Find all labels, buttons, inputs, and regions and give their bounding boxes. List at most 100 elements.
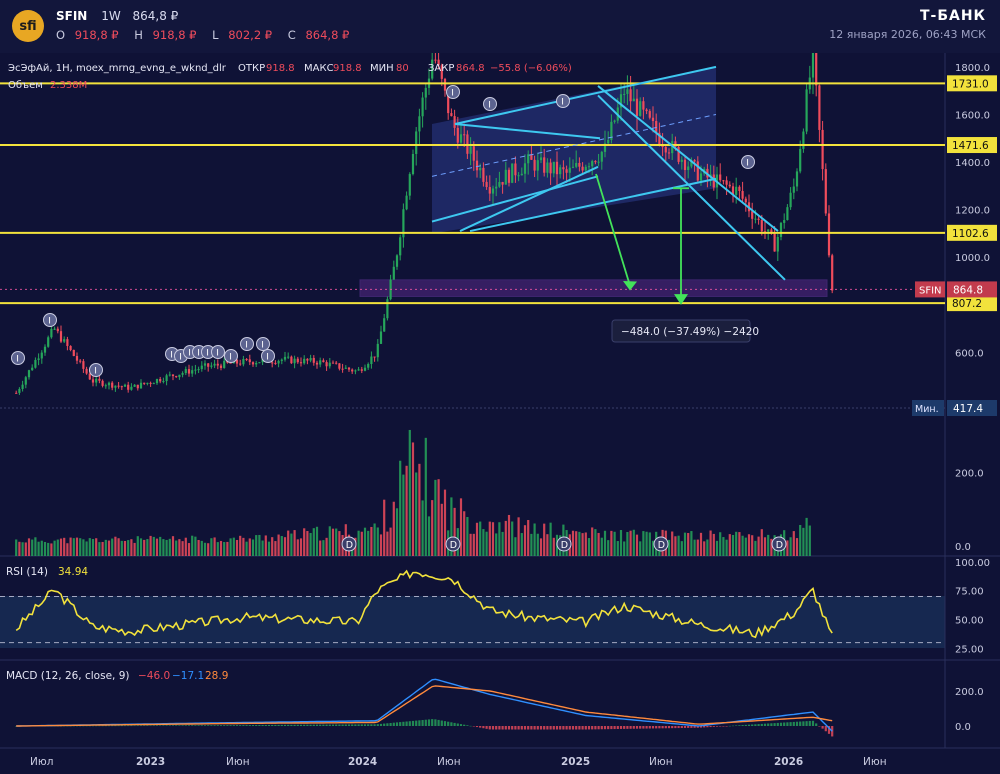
candle-body (443, 78, 447, 91)
volume-bar (331, 528, 335, 556)
event-marker-i-label: I (94, 367, 97, 377)
volume-bar (757, 536, 760, 556)
macd-histogram-bar (274, 724, 277, 726)
candle-body (155, 379, 159, 384)
candle-body (248, 359, 251, 363)
macd-histogram-bar (568, 726, 571, 730)
candle-body (395, 255, 399, 267)
candle-body (210, 365, 213, 367)
rsi-band-fill (0, 596, 945, 648)
candle-body (776, 236, 779, 252)
macd-histogram-bar (421, 720, 424, 726)
macd-histogram-bar (690, 726, 693, 728)
volume-bar (703, 541, 706, 556)
volume-bar (251, 539, 255, 556)
macd-histogram-bar (815, 723, 818, 726)
volume-bar (463, 511, 466, 556)
candle-body (322, 360, 325, 363)
candle-body (751, 211, 754, 219)
macd-histogram-bar (757, 724, 760, 726)
price-tick-label: 1000.0 (955, 253, 990, 264)
macd-histogram-bar (175, 725, 178, 726)
macd-histogram-bar (629, 726, 632, 729)
candle-body (373, 356, 376, 358)
candle-body (827, 213, 831, 256)
legend-low: 80 (396, 63, 409, 74)
macd-histogram-bar (616, 726, 619, 730)
event-marker-i: I (446, 85, 460, 99)
volume-bar (418, 463, 421, 556)
volume-bar (338, 531, 341, 556)
volume-bar (424, 437, 427, 556)
candle-body (239, 363, 242, 365)
volume-bar (520, 533, 523, 556)
price-tick-label: 600.0 (955, 348, 984, 359)
candle-body (357, 369, 360, 371)
candle-body (507, 169, 511, 183)
macd-histogram-bar (354, 724, 357, 726)
candle (72, 349, 75, 357)
event-marker-i: I (211, 345, 225, 359)
volume-bar (328, 526, 331, 556)
volume-tick-label: 200.0 (955, 468, 984, 479)
candle-body (139, 382, 143, 389)
candle-body (578, 162, 581, 167)
macd-histogram-bar (149, 725, 152, 726)
macd-histogram-bar (683, 726, 687, 728)
volume-bar (290, 533, 293, 556)
volume-bar (687, 533, 690, 556)
macd-histogram-bar (431, 719, 434, 726)
volume-bar (235, 539, 239, 556)
legend-close-label: ЗАКР (428, 63, 454, 74)
candle-body (831, 255, 834, 291)
volume-bar (543, 523, 546, 556)
candle-body (104, 385, 107, 387)
volume-bar (191, 535, 194, 556)
volume-bar (63, 537, 66, 556)
macd-histogram-bar (687, 726, 690, 728)
macd-histogram-bar (242, 725, 245, 726)
interval[interactable]: 1W (101, 9, 121, 23)
volume-bar (623, 541, 626, 556)
candle-body (98, 378, 101, 381)
macd-histogram-bar (216, 725, 219, 726)
candle-body (687, 166, 690, 171)
volume-bar (719, 532, 722, 556)
volume-bar (399, 460, 402, 556)
macd-histogram-bar (159, 725, 162, 726)
candle-body (133, 384, 136, 387)
candle-body (162, 381, 165, 383)
macd-histogram-bar (725, 726, 728, 727)
candle-body (299, 362, 303, 364)
chart-canvas[interactable]: 600.0 80 0.0 1000.0 1200.0 1400.0 1600.0 1800.0… (0, 53, 1000, 774)
volume-bar (402, 474, 405, 556)
candle-body (405, 195, 408, 210)
volume-bar (149, 535, 152, 556)
event-marker-i: I (741, 155, 755, 169)
event-marker-i-label: I (48, 317, 51, 327)
volume-bar (795, 538, 799, 556)
min-tag-value: 417.4 (953, 403, 983, 415)
candle-body (418, 116, 421, 132)
volume-bar (239, 535, 242, 556)
macd-histogram-bar (741, 725, 744, 726)
candle-body (559, 167, 562, 175)
symbol[interactable]: SFIN (56, 9, 87, 23)
ohlc-open: O 918,8 ₽ (56, 28, 119, 42)
candle-body (523, 163, 527, 174)
volume-bar (754, 540, 757, 556)
event-marker-i: I (224, 349, 238, 363)
volume-bar (507, 514, 511, 556)
candle-body (283, 356, 287, 360)
candle-body (539, 157, 543, 161)
volume-bar (53, 540, 56, 556)
legend-open-label: ОТКР (238, 63, 265, 74)
min-tag-label: Мин. (915, 404, 939, 415)
candle-body (303, 358, 306, 364)
macd-histogram-bar (152, 725, 155, 726)
candle-body (475, 160, 479, 171)
candle-body (47, 337, 50, 347)
candle-body (613, 120, 616, 122)
volume-bar (43, 541, 47, 556)
macd-histogram-bar (706, 726, 709, 728)
